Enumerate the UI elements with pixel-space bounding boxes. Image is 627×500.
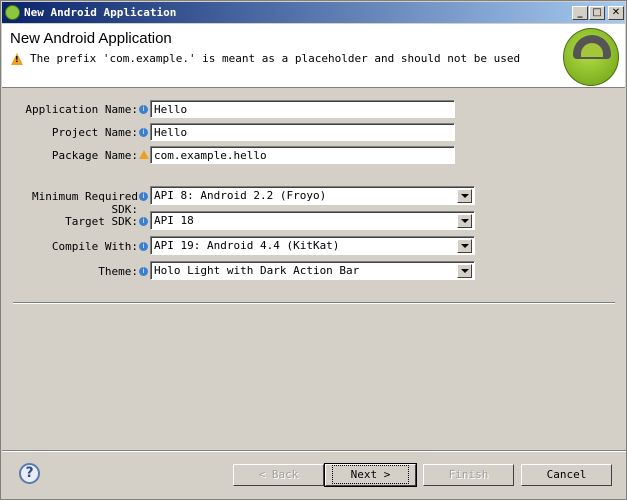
app-name-input[interactable]: Hello xyxy=(150,100,455,118)
package-name-input[interactable]: com.example.hello xyxy=(150,146,455,164)
close-button[interactable]: ✕ xyxy=(608,6,624,20)
warning-icon xyxy=(139,150,149,159)
info-icon: i xyxy=(139,242,148,251)
cancel-button[interactable]: Cancel xyxy=(521,464,612,486)
app-name-label: Application Name: xyxy=(25,103,138,116)
finish-button[interactable]: Finish xyxy=(423,464,514,486)
target-sdk-label: Target SDK: xyxy=(65,215,138,228)
info-icon: i xyxy=(139,105,148,114)
project-name-input[interactable]: Hello xyxy=(150,123,455,141)
android-logo-icon xyxy=(563,28,619,86)
min-sdk-select[interactable]: API 8: Android 2.2 (Froyo) xyxy=(150,186,475,205)
chevron-down-icon[interactable] xyxy=(457,189,472,203)
header-message: The prefix 'com.example.' is meant as a … xyxy=(30,52,521,65)
theme-select[interactable]: Holo Light with Dark Action Bar xyxy=(150,261,475,280)
android-app-icon xyxy=(5,5,20,20)
chevron-down-icon[interactable] xyxy=(457,239,472,253)
target-sdk-select[interactable]: API 18 xyxy=(150,211,475,230)
page-title: New Android Application xyxy=(10,30,172,47)
maximize-button[interactable]: □ xyxy=(589,6,605,20)
compile-with-select[interactable]: API 19: Android 4.4 (KitKat) xyxy=(150,236,475,255)
help-icon[interactable]: ? xyxy=(19,463,40,484)
compile-with-label: Compile With: xyxy=(51,240,138,253)
info-icon: i xyxy=(139,217,148,226)
theme-label: Theme: xyxy=(98,265,138,278)
minimize-button[interactable]: _ xyxy=(572,6,588,20)
project-name-label: Project Name: xyxy=(51,126,138,139)
theme-value: Holo Light with Dark Action Bar xyxy=(154,264,360,277)
form-separator xyxy=(13,302,615,304)
dialog-window: New Android Application _ □ ✕ New Androi… xyxy=(0,0,627,500)
info-icon: i xyxy=(139,128,148,137)
chevron-down-icon[interactable] xyxy=(457,214,472,228)
min-sdk-label: Minimum Required SDK: xyxy=(32,190,138,216)
info-icon: i xyxy=(139,267,148,276)
compile-with-value: API 19: Android 4.4 (KitKat) xyxy=(154,239,340,252)
warning-icon: ! xyxy=(11,53,23,65)
window-title: New Android Application xyxy=(24,6,177,19)
target-sdk-value: API 18 xyxy=(154,214,194,227)
next-button[interactable]: Next > xyxy=(324,463,417,487)
min-sdk-value: API 8: Android 2.2 (Froyo) xyxy=(154,189,327,202)
footer-separator xyxy=(2,450,626,452)
package-name-label: Package Name: xyxy=(51,149,138,162)
back-button[interactable]: < Back xyxy=(233,464,324,486)
info-icon: i xyxy=(139,192,148,201)
wizard-header: New Android Application ! The prefix 'co… xyxy=(2,24,625,88)
title-bar[interactable]: New Android Application _ □ ✕ xyxy=(2,2,625,23)
next-label: Next > xyxy=(331,465,410,484)
chevron-down-icon[interactable] xyxy=(457,264,472,278)
